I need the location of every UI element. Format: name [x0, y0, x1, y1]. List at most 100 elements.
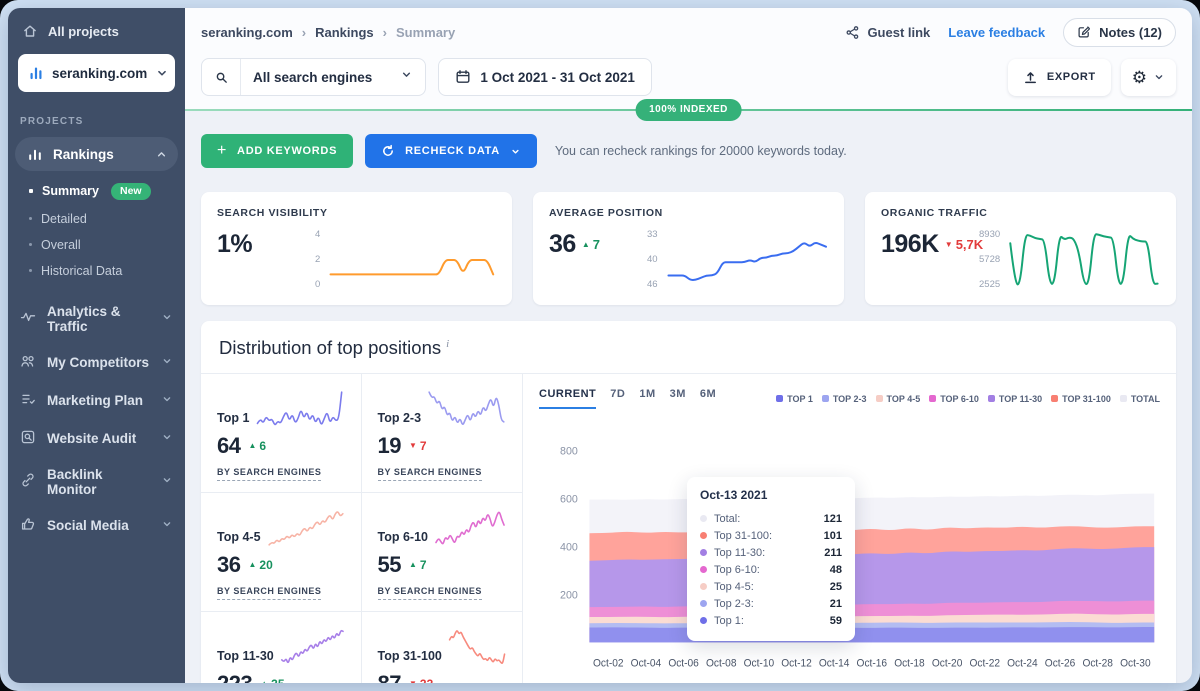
- main-content: seranking.com›Rankings›Summary Guest lin…: [185, 8, 1192, 683]
- sidebar-item-backlink-monitor[interactable]: Backlink Monitor: [8, 458, 185, 506]
- notes-button[interactable]: Notes (12): [1063, 18, 1176, 47]
- card-title: SEARCH VISIBILITY: [217, 207, 496, 219]
- audit-icon: [20, 429, 36, 448]
- legend-item-top-2-3[interactable]: TOP 2-3: [822, 394, 867, 404]
- svg-text:Oct-02: Oct-02: [593, 659, 624, 670]
- legend-item-top-31-100[interactable]: TOP 31-100: [1051, 394, 1111, 404]
- tooltip-value: 121: [824, 513, 842, 525]
- legend-label: TOP 2-3: [833, 394, 867, 404]
- tab-3m[interactable]: 3M: [670, 388, 686, 409]
- tooltip-value: 21: [830, 598, 842, 610]
- mini-value-row: 64▲6: [217, 433, 345, 459]
- all-projects-label: All projects: [48, 24, 119, 39]
- mini-card-row: Top 4-536▲20BY SEARCH ENGINESTop 6-1055▲…: [201, 493, 522, 612]
- legend-item-top-11-30[interactable]: TOP 11-30: [988, 394, 1042, 404]
- y-axis-ticks: 893057282525: [979, 228, 1000, 292]
- delta-value: 7: [420, 439, 427, 453]
- mini-card-row: Top 164▲6BY SEARCH ENGINESTop 2-319▼7BY …: [201, 374, 522, 493]
- mini-sparkline: [255, 389, 344, 429]
- chevron-down-icon: [161, 518, 173, 533]
- legend-label: TOP 4-5: [887, 394, 921, 404]
- distribution-title: Distribution of top positionsi: [201, 321, 1176, 374]
- sidebar-item-website-audit[interactable]: Website Audit: [8, 420, 185, 457]
- tab-7d[interactable]: 7D: [610, 388, 625, 409]
- add-keywords-button[interactable]: + ADD KEYWORDS: [201, 134, 353, 168]
- tooltip-label: Top 2-3:: [714, 598, 754, 610]
- y-axis-ticks: 420: [315, 228, 320, 292]
- sparkline: [328, 228, 496, 292]
- summary-card-organic_traffic: ORGANIC TRAFFIC196K▼5,7K893057282525: [865, 192, 1176, 305]
- leave-feedback-link[interactable]: Leave feedback: [948, 25, 1045, 40]
- legend-item-top-4-5[interactable]: TOP 4-5: [876, 394, 921, 404]
- mini-card-top: Top 31-100: [378, 625, 507, 667]
- card-title: AVERAGE POSITION: [549, 207, 828, 219]
- tooltip-dot: [700, 617, 707, 624]
- spark_top2_3-chart: [427, 389, 506, 429]
- summary-card-search_visibility: SEARCH VISIBILITY 1% 420: [201, 192, 512, 305]
- guest-link-button[interactable]: Guest link: [845, 25, 930, 40]
- tooltip-dot: [700, 566, 707, 573]
- project-selector[interactable]: seranking.com: [18, 54, 175, 92]
- by-search-engines-link[interactable]: BY SEARCH ENGINES: [378, 586, 482, 600]
- arrow-down-icon: ▼: [409, 442, 417, 450]
- sidebar-subitem-overall[interactable]: Overall: [8, 232, 185, 258]
- by-search-engines-link[interactable]: BY SEARCH ENGINES: [217, 467, 321, 481]
- breadcrumb-item-0[interactable]: seranking.com: [201, 25, 293, 40]
- tab-1m[interactable]: 1M: [639, 388, 655, 409]
- sidebar-item-analytics-traffic[interactable]: Analytics & Traffic: [8, 295, 185, 343]
- spark_top4_5-chart: [267, 508, 345, 548]
- tooltip-value: 101: [824, 530, 842, 542]
- legend-swatch: [988, 395, 995, 402]
- legend-item-top-6-10[interactable]: TOP 6-10: [929, 394, 979, 404]
- recheck-data-button[interactable]: RECHECK DATA: [365, 134, 537, 168]
- sidebar-item-social-media[interactable]: Social Media: [8, 507, 185, 544]
- delta-value: 20: [259, 558, 272, 572]
- arrow-up-icon: ▲: [248, 561, 256, 569]
- by-search-engines-link[interactable]: BY SEARCH ENGINES: [378, 467, 482, 481]
- settings-button[interactable]: ⚙: [1121, 59, 1176, 96]
- refresh-icon: [381, 144, 395, 158]
- indexed-status-badge: 100% INDEXED: [635, 99, 742, 121]
- chevron-down-icon: [161, 311, 173, 326]
- svg-text:Oct-28: Oct-28: [1082, 659, 1113, 670]
- card-value: 1%: [217, 232, 252, 257]
- mini-card-top: Top 6-10: [378, 506, 507, 548]
- svg-text:Oct-16: Oct-16: [857, 659, 888, 670]
- sidebar-item-my-competitors[interactable]: My Competitors: [8, 344, 185, 381]
- sidebar-item-rankings[interactable]: Rankings: [15, 137, 178, 171]
- breadcrumb-item-1[interactable]: Rankings: [315, 25, 374, 40]
- legend-item-top-1[interactable]: TOP 1: [776, 394, 813, 404]
- subitem-label: Historical Data: [41, 264, 122, 278]
- sidebar-subitem-summary[interactable]: SummaryNew: [8, 177, 185, 206]
- chevron-down-icon: [155, 66, 169, 80]
- rankings-submenu: SummaryNewDetailedOverall Historical Data: [8, 177, 185, 284]
- delta-down: ▼7: [409, 439, 427, 453]
- date-range-picker[interactable]: 1 Oct 2021 - 31 Oct 2021: [438, 58, 652, 96]
- tooltip-date: Oct-13 2021: [700, 488, 842, 502]
- sparkline: [666, 228, 828, 292]
- by-search-engines-link[interactable]: BY SEARCH ENGINES: [217, 586, 321, 600]
- sidebar-item-marketing-plan[interactable]: Marketing Plan: [8, 382, 185, 419]
- card-body: 196K▼5,7K893057282525: [881, 228, 1160, 292]
- svg-text:800: 800: [560, 445, 578, 457]
- social-icon: [20, 516, 36, 535]
- search-engines-select[interactable]: All search engines: [201, 58, 426, 96]
- tooltip-dot: [700, 583, 707, 590]
- mini-card-label: Top 2-3: [378, 411, 422, 429]
- delta-up: ▲7: [582, 237, 600, 252]
- sidebar-subitem-detailed[interactable]: Detailed: [8, 206, 185, 232]
- legend-item-total[interactable]: TOTAL: [1120, 394, 1160, 404]
- arrow-down-icon: ▼: [945, 241, 953, 249]
- tooltip-label: Total:: [714, 513, 740, 525]
- mini-value-row: 55▲7: [378, 552, 507, 578]
- tab-current[interactable]: CURRENT: [539, 388, 596, 409]
- tick-label: 4: [315, 229, 320, 240]
- mini-card-label: Top 11-30: [217, 649, 274, 667]
- tab-6m[interactable]: 6M: [700, 388, 716, 409]
- page-body: + ADD KEYWORDS RECHECK DATA You can rech…: [185, 110, 1192, 683]
- export-button[interactable]: EXPORT: [1008, 59, 1111, 96]
- sidebar-item-all-projects[interactable]: All projects: [8, 8, 185, 49]
- info-icon[interactable]: i: [446, 338, 449, 350]
- mini-card-label: Top 4-5: [217, 530, 261, 548]
- sidebar-subitem-historical-data[interactable]: Historical Data: [8, 258, 185, 284]
